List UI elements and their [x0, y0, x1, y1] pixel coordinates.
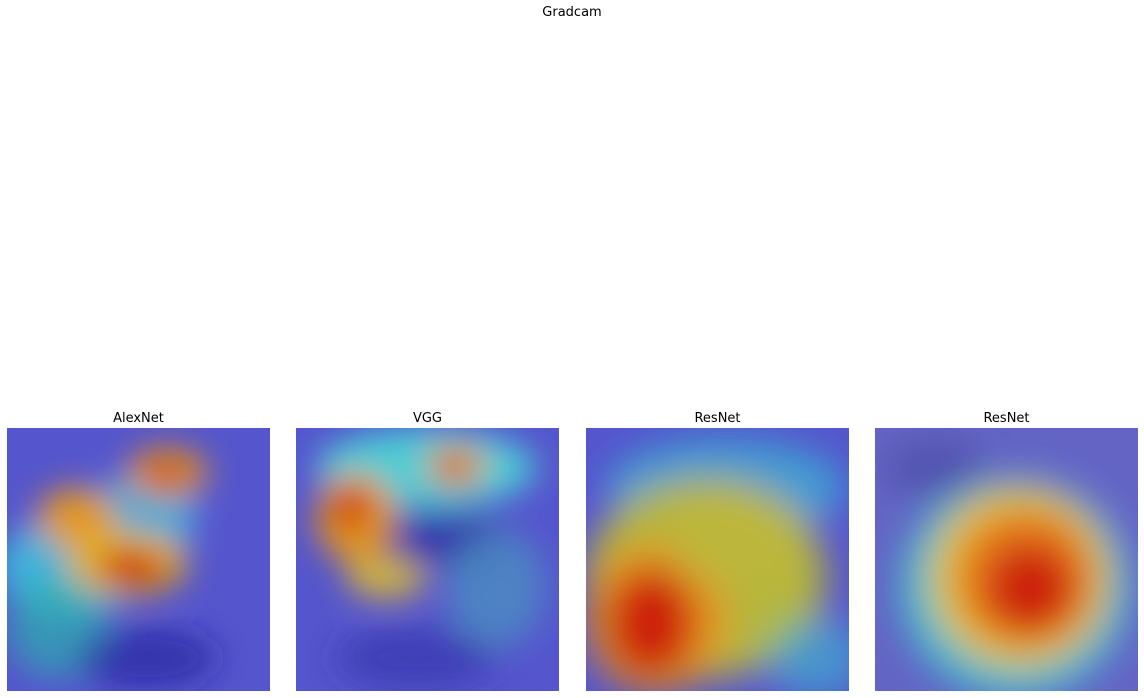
gradcam-image	[586, 428, 849, 691]
gradcam-image	[296, 428, 559, 691]
panel-vgg: VGG	[296, 410, 559, 691]
panel-resnet-2: ResNet	[875, 410, 1138, 691]
gradcam-image	[875, 428, 1138, 691]
panel-title: VGG	[412, 411, 443, 426]
panel-title: AlexNet	[113, 411, 164, 426]
panel-title: ResNet	[694, 411, 741, 426]
panel-alexnet: AlexNet	[7, 410, 270, 691]
panel-title: ResNet	[983, 411, 1030, 426]
panel-resnet-1: ResNet	[586, 410, 849, 691]
figure-title: Gradcam	[542, 5, 602, 20]
gradcam-image	[7, 428, 270, 691]
